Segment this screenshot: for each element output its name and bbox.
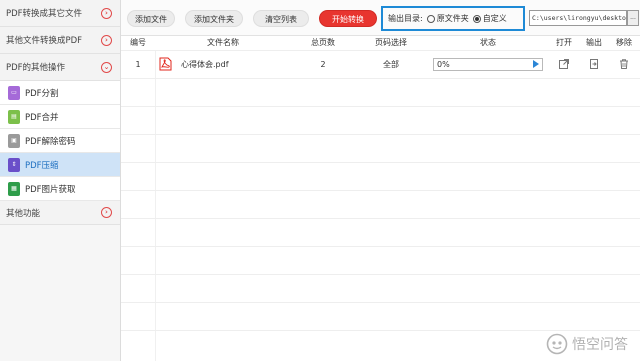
grid-line <box>121 134 640 135</box>
chevron-right-icon[interactable]: › <box>101 207 112 218</box>
start-convert-button[interactable]: 开始转换 <box>319 10 377 27</box>
chevron-right-icon[interactable]: › <box>101 7 112 19</box>
radio-original-folder[interactable] <box>426 14 435 23</box>
progress-text: 0% <box>437 59 450 69</box>
merge-icon: ▤ <box>8 109 20 124</box>
grid-line <box>121 246 640 247</box>
sidebar-section-label: PDF转换成其它文件 <box>6 9 83 19</box>
radio-custom-label[interactable]: 自定义 <box>483 13 507 24</box>
col-open: 打开 <box>556 38 572 47</box>
grid-line <box>121 78 640 79</box>
sidebar-item-label: PDF分割 <box>25 88 59 99</box>
grid-line <box>121 218 640 219</box>
clear-list-button[interactable]: 清空列表 <box>253 10 309 27</box>
radio-custom[interactable] <box>472 14 481 23</box>
pdf-file-icon <box>159 57 172 71</box>
output-directory-group: 输出目录: 原文件夹 自定义 <box>381 6 525 31</box>
trash-icon[interactable] <box>618 58 630 70</box>
sidebar-section-label: PDF的其他操作 <box>6 63 66 73</box>
output-cell <box>579 50 609 78</box>
chevron-right-icon[interactable]: › <box>101 34 112 46</box>
toolbar: 添加文件 添加文件夹 清空列表 开始转换 输出目录: 原文件夹 自定义 C:\u… <box>121 0 640 36</box>
output-path-input[interactable]: C:\users\lirongyu\desktop <box>529 10 627 26</box>
grid-line <box>121 302 640 303</box>
sidebar-item-pdf-image-extract[interactable]: ▦ PDF图片获取 <box>0 177 120 201</box>
grid-line <box>121 330 640 331</box>
grid-divider <box>155 50 156 361</box>
add-file-button[interactable]: 添加文件 <box>127 10 175 27</box>
lock-icon: ▣ <box>8 133 20 148</box>
remove-cell <box>609 50 639 78</box>
col-remove: 移除 <box>616 38 632 47</box>
sidebar-item-pdf-merge[interactable]: ▤ PDF合并 <box>0 105 120 129</box>
grid-line <box>121 106 640 107</box>
watermark: 悟空问答 <box>546 333 628 355</box>
col-output: 输出 <box>586 38 602 47</box>
grid-line <box>121 274 640 275</box>
split-icon: ▭ <box>8 85 20 100</box>
sidebar-item-label: PDF解除密码 <box>25 136 76 147</box>
table-grid <box>121 50 640 361</box>
row-status-cell: 0% <box>427 50 549 78</box>
col-filename: 文件名称 <box>207 38 239 47</box>
sidebar-section-other-functions[interactable]: 其他功能 › <box>0 201 120 225</box>
chevron-down-icon[interactable]: ⌄ <box>101 61 112 73</box>
table-row[interactable]: 1 心得体会.pdf 2 全部 0% <box>121 50 640 78</box>
image-icon: ▦ <box>8 181 20 196</box>
grid-line <box>121 190 640 191</box>
wukong-logo-icon <box>546 333 568 355</box>
row-pages: 2 <box>320 59 326 69</box>
sidebar-item-label: PDF压缩 <box>25 160 59 171</box>
sidebar-item-label: PDF合并 <box>25 112 59 123</box>
row-page-range[interactable]: 全部 <box>355 50 427 78</box>
row-filename-cell: 心得体会.pdf <box>155 50 291 78</box>
sidebar-section-pdf-other-ops[interactable]: PDF的其他操作 ⌄ <box>0 54 120 81</box>
watermark-text: 悟空问答 <box>572 337 628 353</box>
browse-button[interactable]: ... <box>627 10 639 26</box>
radio-original-folder-label[interactable]: 原文件夹 <box>437 13 469 24</box>
sidebar-section-other-to-pdf[interactable]: 其他文件转换成PDF › <box>0 27 120 54</box>
sidebar-item-label: PDF图片获取 <box>25 184 76 195</box>
main-panel: 添加文件 添加文件夹 清空列表 开始转换 输出目录: 原文件夹 自定义 C:\u… <box>121 0 640 361</box>
sidebar-item-pdf-unlock[interactable]: ▣ PDF解除密码 <box>0 129 120 153</box>
row-filename: 心得体会.pdf <box>181 59 229 69</box>
progress-bar: 0% <box>433 57 543 71</box>
col-pages: 总页数 <box>311 38 335 47</box>
output-directory-label: 输出目录: <box>388 14 423 23</box>
col-status: 状态 <box>480 38 496 47</box>
sidebar-section-pdf-to-other[interactable]: PDF转换成其它文件 › <box>0 0 120 27</box>
col-index: 编号 <box>130 38 146 47</box>
sidebar-section-label: 其他文件转换成PDF <box>6 36 83 46</box>
sidebar-item-pdf-compress[interactable]: ⇕ PDF压缩 <box>0 153 120 177</box>
play-icon[interactable] <box>533 60 539 68</box>
sidebar-item-pdf-split[interactable]: ▭ PDF分割 <box>0 81 120 105</box>
add-folder-button[interactable]: 添加文件夹 <box>185 10 243 27</box>
open-cell <box>549 50 579 78</box>
compress-icon: ⇕ <box>8 157 20 172</box>
row-index: 1 <box>135 59 141 69</box>
output-folder-icon[interactable] <box>588 58 600 70</box>
sidebar-section-label: 其他功能 <box>6 208 41 219</box>
grid-line <box>121 162 640 163</box>
sidebar: PDF转换成其它文件 › 其他文件转换成PDF › PDF的其他操作 ⌄ ▭ P… <box>0 0 121 361</box>
open-external-icon[interactable] <box>558 58 570 70</box>
col-page-range: 页码选择 <box>375 38 407 47</box>
table-header: 编号 文件名称 总页数 页码选择 状态 打开 输出 移除 <box>121 36 640 50</box>
